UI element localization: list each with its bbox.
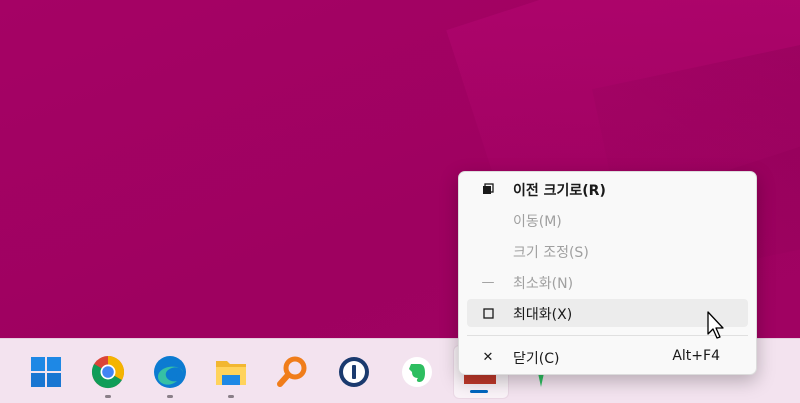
evernote-icon: [402, 357, 432, 387]
taskbar-1password[interactable]: [334, 352, 374, 392]
menu-item-minimize[interactable]: — 최소화(N): [467, 268, 748, 296]
windows-logo-icon: [31, 357, 61, 387]
menu-item-label: 이전 크기로(R): [513, 183, 606, 199]
magnifier-icon: [277, 356, 307, 387]
taskbar-file-explorer[interactable]: [211, 352, 251, 398]
taskbar-chrome[interactable]: [88, 352, 128, 398]
menu-item-resize[interactable]: 크기 조정(S): [467, 237, 748, 265]
menu-item-shortcut: Alt+F4: [672, 348, 720, 364]
running-indicator: [105, 395, 111, 398]
close-icon: ✕: [482, 349, 494, 365]
menu-item-label: 최소화(N): [513, 276, 574, 292]
taskbar-edge[interactable]: [150, 352, 190, 398]
menu-item-label: 최대화(X): [513, 307, 573, 323]
folder-icon: [216, 361, 246, 385]
menu-item-label: 이동(M): [513, 214, 562, 230]
menu-item-close[interactable]: ✕ 닫기(C) Alt+F4: [467, 343, 748, 371]
mouse-cursor-icon: [707, 311, 724, 339]
taskbar-search-tool[interactable]: [272, 352, 312, 392]
maximize-icon: [481, 306, 495, 320]
taskbar-evernote[interactable]: [397, 352, 437, 392]
edge-icon: [154, 356, 186, 388]
running-indicator: [167, 395, 173, 398]
active-indicator: [470, 390, 488, 393]
minimize-icon: —: [481, 274, 495, 290]
1password-icon: [339, 357, 369, 387]
window-system-menu: 이전 크기로(R) 이동(M) 크기 조정(S) — 최소화(N) 최대화(X)…: [458, 171, 757, 375]
menu-item-label: 닫기(C): [513, 351, 560, 367]
chrome-icon: [91, 355, 125, 389]
restore-icon: [481, 182, 495, 196]
menu-item-label: 크기 조정(S): [513, 245, 589, 261]
running-indicator: [228, 395, 234, 398]
partially-hidden-app-icon: [538, 373, 544, 387]
menu-item-restore[interactable]: 이전 크기로(R): [467, 175, 748, 203]
menu-item-move[interactable]: 이동(M): [467, 206, 748, 234]
start-button[interactable]: [26, 352, 66, 392]
